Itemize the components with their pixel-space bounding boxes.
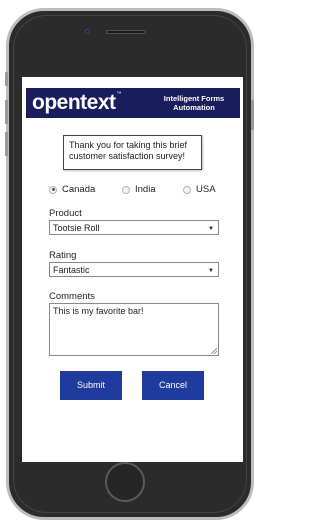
comments-value: This is my favorite bar! xyxy=(53,306,144,316)
radio-label-canada: Canada xyxy=(62,184,96,195)
submit-button[interactable]: Submit xyxy=(60,371,122,400)
chevron-down-icon: ▼ xyxy=(208,268,214,274)
radio-unselected-icon[interactable] xyxy=(183,185,191,194)
chevron-down-icon: ▼ xyxy=(208,226,214,232)
cancel-button[interactable]: Cancel xyxy=(142,371,204,400)
phone-screen: opentext™ Intelligent Forms Automation T… xyxy=(22,77,243,462)
rating-value: Fantastic xyxy=(53,265,90,275)
comments-label: Comments xyxy=(49,291,95,302)
comments-textarea[interactable]: This is my favorite bar! xyxy=(49,303,219,356)
country-radio-group: Canada India USA xyxy=(49,184,239,198)
radio-canada[interactable]: Canada xyxy=(49,184,95,195)
logo-text: opentext xyxy=(32,91,116,114)
radio-selected-icon[interactable] xyxy=(49,185,57,194)
product-value: Tootsie Roll xyxy=(53,223,100,233)
power-button xyxy=(251,100,254,130)
survey-intro: Thank you for taking this brief customer… xyxy=(63,135,202,170)
volume-up-button xyxy=(5,72,8,86)
resize-handle-icon[interactable] xyxy=(211,348,217,354)
volume-down-button xyxy=(5,100,8,124)
radio-usa[interactable]: USA xyxy=(183,184,216,195)
home-button[interactable] xyxy=(105,462,145,502)
radio-label-usa: USA xyxy=(196,184,216,195)
camera-icon xyxy=(85,29,90,34)
brand-tagline: Intelligent Forms Automation xyxy=(163,94,225,112)
product-select[interactable]: Tootsie Roll ▼ xyxy=(49,220,219,235)
trademark-icon: ™ xyxy=(116,91,122,97)
opentext-logo: opentext™ xyxy=(32,91,121,115)
rating-label: Rating xyxy=(49,250,77,261)
radio-label-india: India xyxy=(135,184,156,195)
rating-select[interactable]: Fantastic ▼ xyxy=(49,262,219,277)
radio-india[interactable]: India xyxy=(122,184,156,195)
product-label: Product xyxy=(49,208,82,219)
volume-button xyxy=(5,132,8,156)
radio-unselected-icon[interactable] xyxy=(122,185,130,194)
speaker-grille xyxy=(106,30,146,34)
brand-header: opentext™ Intelligent Forms Automation xyxy=(26,88,240,118)
